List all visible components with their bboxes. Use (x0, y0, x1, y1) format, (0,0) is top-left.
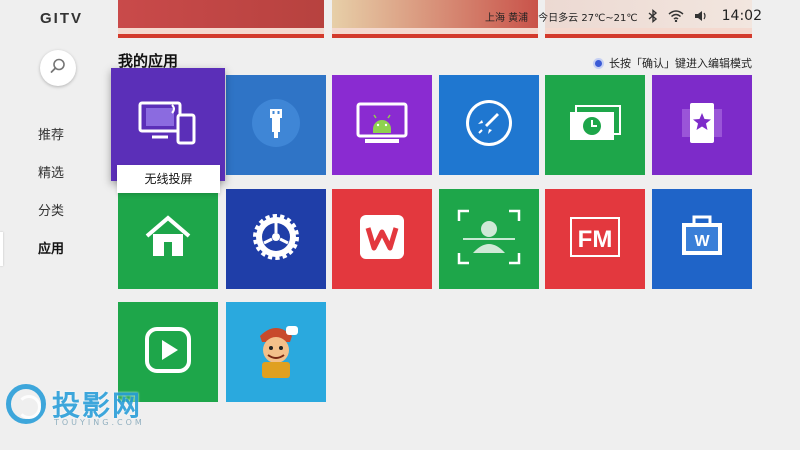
app-tile-fm-radio[interactable]: FM (545, 189, 645, 289)
location-text: 上海 黄浦 (484, 12, 529, 24)
app-tile-game-character[interactable] (226, 302, 326, 402)
android-icon (355, 101, 409, 149)
ok-key-icon (593, 57, 604, 69)
banner-strip (332, 28, 538, 34)
clock-money-icon (566, 103, 624, 147)
word-doc-icon: W (678, 213, 726, 265)
app-tile-settings[interactable] (226, 189, 326, 289)
watermark-logo: 投影网 TOUYING.COM (6, 384, 145, 427)
app-tile-rocket[interactable] (439, 75, 539, 175)
home-icon (143, 214, 193, 264)
video-player-icon (144, 326, 192, 378)
top-banner-1[interactable] (118, 0, 324, 38)
wifi-icon (668, 10, 684, 22)
brand-logo: GITV (40, 10, 84, 27)
watermark-ring-icon (6, 384, 46, 424)
nav-item-apps[interactable]: 应用 (38, 240, 64, 278)
settings-gear-icon (250, 211, 302, 267)
app-tile-word[interactable]: W (652, 189, 752, 289)
app-tile-star-card[interactable] (652, 75, 752, 175)
screen-mirror-icon (138, 99, 198, 151)
weather-text: 今日多云 27℃~21℃ (538, 12, 638, 24)
star-card-icon (680, 99, 724, 151)
app-tile-clock-money[interactable] (545, 75, 645, 175)
app-tile-wps[interactable] (332, 189, 432, 289)
app-tile-android[interactable] (332, 75, 432, 175)
app-tile-face-scan[interactable] (439, 189, 539, 289)
hint-text: 长按「确认」键进入编辑模式 (609, 57, 752, 70)
app-tile-home[interactable] (118, 189, 218, 289)
svg-text:FM: FM (578, 226, 613, 253)
volume-icon (694, 10, 708, 22)
banner-strip (545, 28, 752, 34)
rocket-icon (464, 98, 514, 152)
status-bar: 上海 黄浦 今日多云 27℃~21℃ 14:02 (485, 8, 762, 24)
search-icon (49, 57, 67, 79)
fm-radio-icon: FM (568, 215, 622, 263)
focused-app-caption: 无线投屏 (117, 165, 220, 193)
nav-active-indicator (0, 232, 3, 266)
clock-time: 14:02 (721, 8, 762, 24)
search-button[interactable] (40, 50, 76, 86)
nav-item-category[interactable]: 分类 (38, 202, 64, 240)
nav-item-featured[interactable]: 精选 (38, 164, 64, 202)
nav-item-recommend[interactable]: 推荐 (38, 126, 64, 164)
bluetooth-icon (648, 9, 658, 23)
wps-icon (357, 212, 407, 266)
face-scan-icon (457, 209, 521, 269)
edit-mode-hint: 长按「确认」键进入编辑模式 (593, 55, 752, 71)
watermark-subtext: TOUYING.COM (54, 418, 145, 427)
usb-icon (251, 98, 301, 152)
left-nav: 推荐 精选 分类 应用 (38, 126, 64, 278)
game-character-icon (248, 320, 304, 384)
svg-text:W: W (694, 233, 710, 250)
banner-strip (118, 28, 324, 34)
app-tile-usb[interactable] (226, 75, 326, 175)
